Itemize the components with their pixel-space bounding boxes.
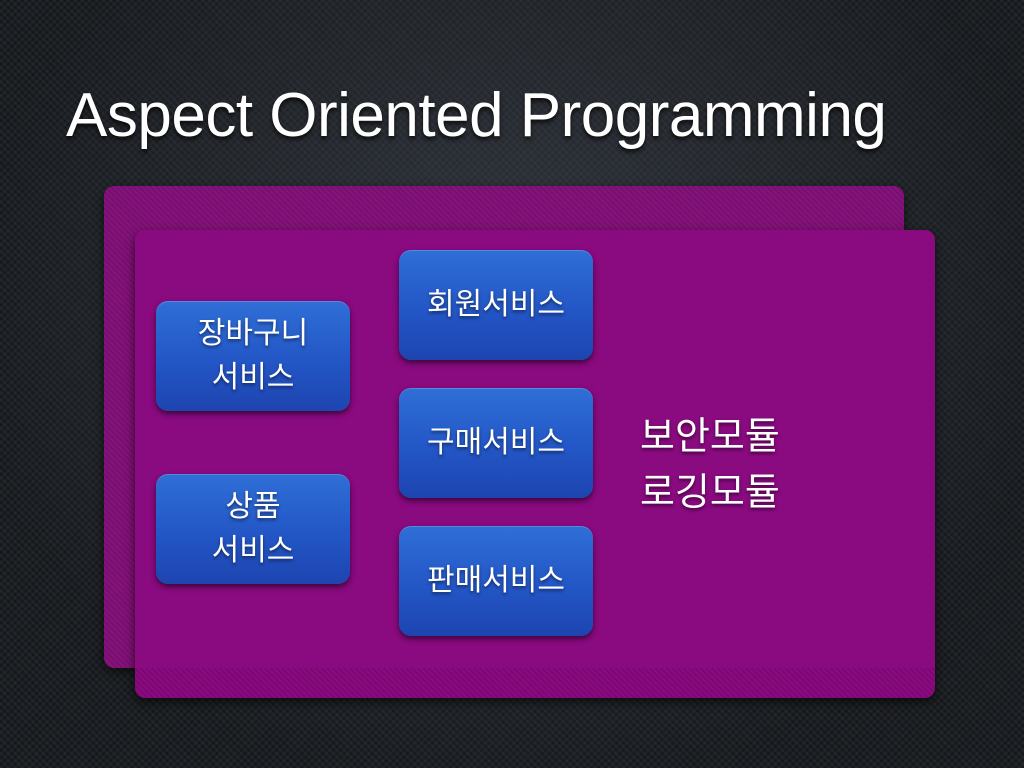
aspect-modules-text: 보안모듈 로깅모듈 <box>640 408 780 520</box>
cart-service-label-line1: 장바구니 <box>197 316 309 351</box>
security-module-label: 보안모듈 <box>640 414 780 458</box>
cart-service-box: 장바구니 서비스 <box>156 301 350 411</box>
purchase-service-label: 구매서비스 <box>427 425 565 460</box>
purchase-service-box: 구매서비스 <box>399 388 593 498</box>
product-service-label-line1: 상품 <box>225 489 281 524</box>
sales-service-label: 판매서비스 <box>427 563 565 598</box>
product-service-label-line2: 서비스 <box>211 533 295 568</box>
member-service-box: 회원서비스 <box>399 250 593 360</box>
sales-service-box: 판매서비스 <box>399 526 593 636</box>
slide-title: Aspect Oriented Programming <box>66 81 887 150</box>
member-service-label: 회원서비스 <box>427 287 565 322</box>
product-service-box: 상품 서비스 <box>156 474 350 584</box>
logging-module-label: 로깅모듈 <box>640 470 780 514</box>
cart-service-label-line2: 서비스 <box>211 360 295 395</box>
